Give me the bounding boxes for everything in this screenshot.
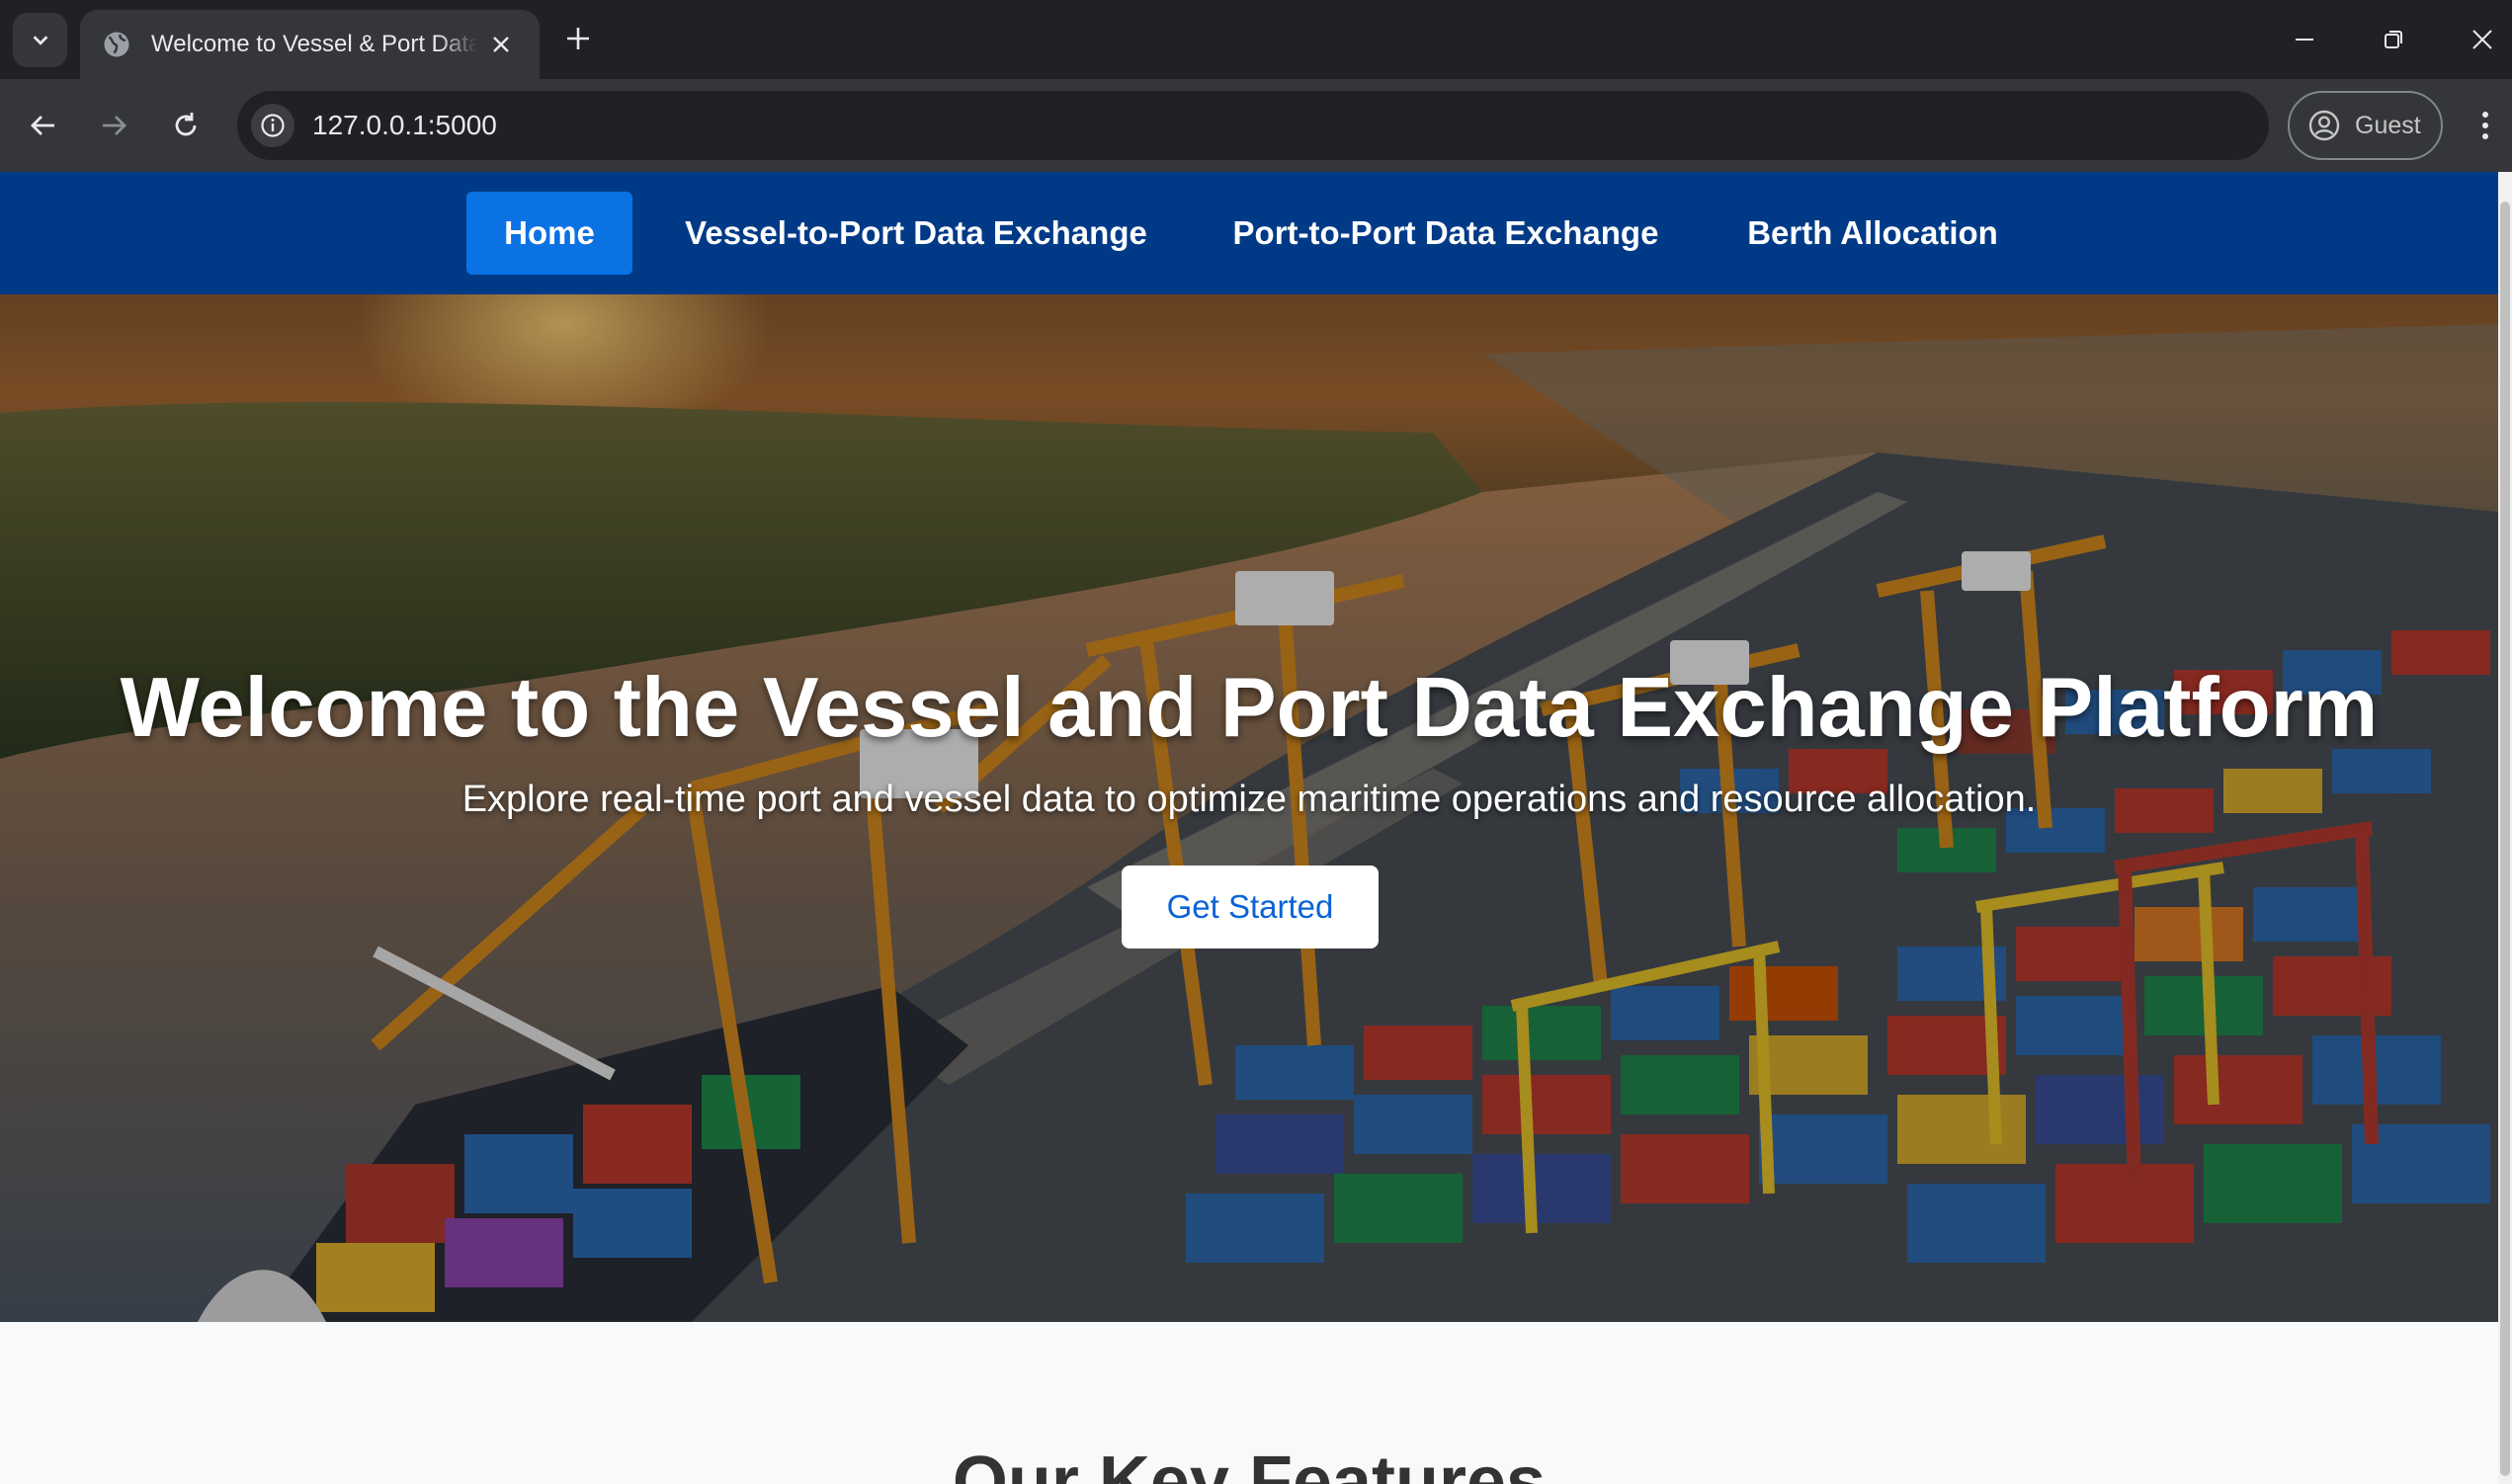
hero-section: Welcome to the Vessel and Port Data Exch…: [0, 294, 2498, 1322]
reload-button[interactable]: [159, 99, 212, 152]
scrollbar-thumb[interactable]: [2500, 202, 2510, 1476]
forward-button[interactable]: [87, 99, 140, 152]
nav-port-to-port[interactable]: Port-to-Port Data Exchange: [1215, 192, 1676, 275]
close-window-button[interactable]: [2453, 12, 2512, 67]
minimize-button[interactable]: [2275, 12, 2334, 67]
page-scrollbar[interactable]: [2498, 172, 2512, 1484]
site-info-button[interactable]: [251, 104, 294, 147]
browser-tab-strip: Welcome to Vessel & Port Data Exchange: [0, 0, 2512, 79]
plus-icon: [567, 28, 589, 49]
chevron-down-icon: [33, 35, 47, 45]
page-viewport: Home Vessel-to-Port Data Exchange Port-t…: [0, 172, 2512, 1484]
get-started-button[interactable]: Get Started: [1122, 866, 1379, 948]
browser-menu-button[interactable]: [2461, 99, 2510, 152]
more-vertical-icon: [2482, 112, 2488, 139]
restore-button[interactable]: [2364, 12, 2423, 67]
new-tab-button[interactable]: [557, 18, 599, 59]
tab-title: Welcome to Vessel & Port Data Exchange: [151, 31, 477, 57]
arrow-left-icon: [31, 116, 54, 135]
url-text: 127.0.0.1:5000: [312, 110, 497, 140]
nav-home[interactable]: Home: [466, 192, 632, 275]
back-button[interactable]: [17, 99, 70, 152]
browser-toolbar: 127.0.0.1:5000 Guest: [0, 79, 2512, 172]
minimize-icon: [2296, 39, 2313, 41]
browser-tab-active[interactable]: Welcome to Vessel & Port Data Exchange: [80, 10, 540, 79]
close-icon: [2472, 30, 2492, 49]
profile-button[interactable]: Guest: [2288, 91, 2443, 160]
tab-search-button[interactable]: [13, 13, 67, 67]
info-icon: [261, 114, 285, 137]
arrow-right-icon: [103, 116, 126, 135]
site-navbar: Home Vessel-to-Port Data Exchange Port-t…: [0, 172, 2498, 294]
profile-label: Guest: [2355, 111, 2421, 139]
hero-title: Welcome to the Vessel and Port Data Exch…: [120, 661, 2379, 755]
nav-berth-allocation[interactable]: Berth Allocation: [1731, 192, 2014, 275]
globe-icon: [104, 32, 129, 57]
features-heading: Our Key Features: [952, 1443, 1547, 1484]
address-bar[interactable]: 127.0.0.1:5000: [237, 91, 2269, 160]
hero-subtitle: Explore real-time port and vessel data t…: [461, 779, 2037, 820]
tab-close-button[interactable]: [484, 28, 518, 61]
restore-icon: [2385, 31, 2402, 48]
close-icon: [493, 37, 509, 52]
nav-vessel-to-port[interactable]: Vessel-to-Port Data Exchange: [672, 192, 1160, 275]
account-circle-icon: [2308, 110, 2340, 141]
reload-icon: [175, 113, 197, 136]
